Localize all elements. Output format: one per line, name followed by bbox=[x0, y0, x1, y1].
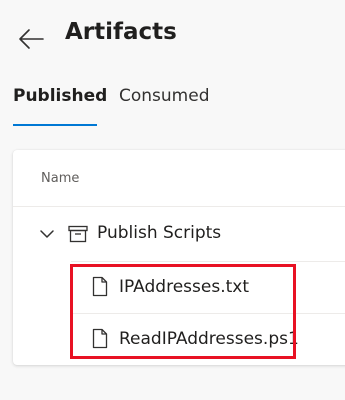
back-button[interactable] bbox=[16, 24, 46, 54]
folder-row-publish-scripts[interactable]: Publish Scripts bbox=[13, 207, 345, 261]
selected-tab-indicator bbox=[13, 124, 97, 126]
page-header: Artifacts bbox=[0, 0, 345, 72]
page-title: Artifacts bbox=[65, 19, 177, 45]
arrow-left-icon bbox=[19, 29, 44, 49]
column-header-name[interactable]: Name bbox=[41, 171, 79, 186]
artifact-archive-icon bbox=[68, 225, 88, 243]
highlight-box bbox=[70, 264, 296, 359]
tab-bar: Published Consumed bbox=[0, 80, 345, 130]
chevron-down-icon[interactable] bbox=[39, 228, 55, 240]
tab-consumed[interactable]: Consumed bbox=[119, 86, 210, 106]
folder-label: Publish Scripts bbox=[97, 223, 222, 243]
tab-published[interactable]: Published bbox=[13, 86, 107, 106]
